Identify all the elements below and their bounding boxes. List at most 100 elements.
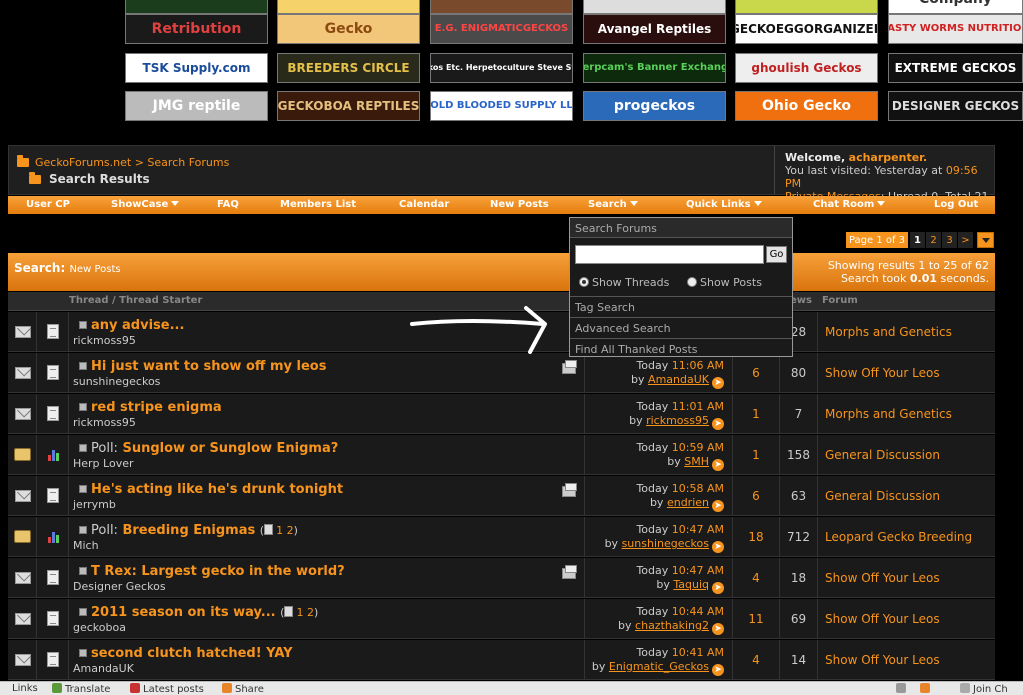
nav-new-posts[interactable]: New Posts — [490, 199, 549, 210]
go-to-last-post-icon[interactable]: ➤ — [712, 418, 724, 430]
nav-log-out[interactable]: Log Out — [934, 199, 978, 210]
replies-count[interactable]: 18 — [733, 517, 780, 557]
last-post-author-link[interactable]: AmandaUK — [648, 373, 709, 386]
thread-title-link[interactable]: Breeding Enigmas — [122, 523, 255, 538]
sponsor-banner[interactable]: progeckos — [583, 91, 726, 121]
thread-starter[interactable]: rickmoss95 — [73, 416, 136, 429]
thread-title-link[interactable]: red stripe enigma — [91, 400, 222, 415]
thread-title-link[interactable]: Hi just want to show off my leos — [91, 359, 326, 374]
forum-link[interactable]: Morphs and Genetics — [818, 394, 995, 434]
thread-starter[interactable]: geckoboa — [73, 621, 126, 634]
sponsor-banner[interactable]: DESIGNER GECKOS — [888, 91, 1023, 121]
breadcrumb-search-link[interactable]: Search Forums — [147, 156, 229, 169]
thread-title-link[interactable]: second clutch hatched! YAY — [91, 646, 293, 661]
last-post-author-link[interactable]: rickmoss95 — [646, 414, 709, 427]
thread-page-link[interactable]: 2 — [307, 606, 314, 619]
replies-count[interactable]: 4 — [733, 558, 780, 598]
sponsor-banner[interactable]: Avangel Reptiles — [583, 14, 726, 44]
sponsor-banner[interactable] — [125, 0, 268, 14]
replies-count[interactable]: 6 — [733, 476, 780, 516]
thread-title-link[interactable]: any advise... — [91, 318, 184, 333]
page-jump-button[interactable] — [977, 232, 994, 248]
share-button[interactable]: Share — [222, 683, 264, 695]
last-post-author-link[interactable]: SMH — [684, 455, 709, 468]
rss-icon[interactable] — [896, 683, 909, 695]
sponsor-banner[interactable] — [583, 0, 726, 14]
forum-link[interactable]: Show Off Your Leos — [818, 599, 995, 639]
go-to-last-post-icon[interactable]: ➤ — [712, 582, 724, 594]
forum-link[interactable]: Show Off Your Leos — [818, 353, 995, 393]
thread-title-link[interactable]: T Rex: Largest gecko in the world? — [91, 564, 345, 579]
page-next-link[interactable]: > — [958, 232, 973, 248]
show-posts-radio[interactable]: Show Posts — [687, 276, 762, 289]
username-link[interactable]: acharpenter. — [849, 151, 928, 164]
thread-starter[interactable]: jerrymb — [73, 498, 116, 511]
sponsor-banner[interactable]: Geckos Etc. Herpetoculture Steve Sykes — [430, 53, 573, 83]
thread-starter[interactable]: Designer Geckos — [73, 580, 166, 593]
go-button[interactable]: Go — [766, 246, 787, 263]
sponsor-banner[interactable]: Herpcam's Banner Exchange — [583, 53, 726, 83]
thread-starter[interactable]: Mich — [73, 539, 99, 552]
sponsor-banner[interactable]: BREEDERS CIRCLE — [277, 53, 420, 83]
replies-count[interactable]: 11 — [733, 599, 780, 639]
nav-search[interactable]: Search — [588, 199, 638, 210]
translate-button[interactable]: Translate — [52, 683, 110, 695]
tag-search-link[interactable]: Tag Search — [570, 296, 792, 317]
sponsor-banner[interactable]: TSK Supply.com — [125, 53, 268, 83]
thread-starter[interactable]: sunshinegeckos — [73, 375, 160, 388]
find-thanked-posts-link[interactable]: Find All Thanked Posts — [570, 338, 792, 357]
latest-posts-button[interactable]: Latest posts — [130, 683, 204, 695]
sponsor-banner[interactable] — [277, 0, 420, 14]
last-post-author-link[interactable]: sunshinegeckos — [622, 537, 709, 550]
thread-title-link[interactable]: Sunglow or Sunglow Enigma? — [122, 441, 338, 456]
sponsor-banner[interactable]: Company — [888, 0, 1023, 14]
page-link-2[interactable]: 2 — [926, 232, 941, 248]
advanced-search-link[interactable]: Advanced Search — [570, 317, 792, 338]
go-to-last-post-icon[interactable]: ➤ — [712, 541, 724, 553]
last-post-author-link[interactable]: Enigmatic_Geckos — [609, 660, 709, 673]
show-threads-radio[interactable]: Show Threads — [579, 276, 669, 289]
sponsor-banner[interactable]: GECKOBOA REPTILES — [277, 91, 420, 121]
go-to-last-post-icon[interactable]: ➤ — [712, 459, 724, 471]
thread-page-link[interactable]: 1 — [276, 524, 283, 537]
nav-chat-room[interactable]: Chat Room — [813, 199, 886, 210]
forum-link[interactable]: Leopard Gecko Breeding — [818, 517, 995, 557]
sponsor-banner[interactable] — [735, 0, 878, 14]
replies-count[interactable]: 4 — [733, 640, 780, 680]
firefox-addon-icon[interactable] — [920, 683, 933, 695]
thread-starter[interactable]: rickmoss95 — [73, 334, 136, 347]
links-button[interactable]: Links — [12, 683, 38, 694]
sponsor-banner[interactable]: Retribution — [125, 14, 268, 44]
last-post-author-link[interactable]: Taquiq — [673, 578, 709, 591]
forum-link[interactable]: General Discussion — [818, 476, 995, 516]
thread-title-link[interactable]: 2011 season on its way... — [91, 605, 276, 620]
nav-calendar[interactable]: Calendar — [399, 199, 449, 210]
sponsor-banner[interactable]: Ohio Gecko — [735, 91, 878, 121]
sponsor-banner[interactable]: GECKOEGGORGANIZER — [735, 14, 878, 44]
thread-starter[interactable]: Herp Lover — [73, 457, 134, 470]
forum-link[interactable]: General Discussion — [818, 435, 995, 475]
thread-page-link[interactable]: 1 — [296, 606, 303, 619]
sponsor-banner[interactable]: E.G. ENIGMATICGECKOS — [430, 14, 573, 44]
nav-showcase[interactable]: ShowCase — [111, 199, 180, 210]
sponsor-banner[interactable]: Gecko — [277, 14, 420, 44]
last-post-author-link[interactable]: chazthaking2 — [635, 619, 709, 632]
sponsor-banner[interactable]: TASTY WORMS NUTRITION — [888, 14, 1023, 44]
replies-count[interactable]: 1 — [733, 394, 780, 434]
nav-members-list[interactable]: Members List — [280, 199, 356, 210]
sponsor-banner[interactable]: COLD BLOODED SUPPLY LLC — [430, 91, 573, 121]
page-link-3[interactable]: 3 — [942, 232, 957, 248]
join-chat-button[interactable]: Join Ch — [960, 683, 1008, 695]
go-to-last-post-icon[interactable]: ➤ — [712, 664, 724, 676]
replies-count[interactable]: 1 — [733, 435, 780, 475]
forum-link[interactable]: Show Off Your Leos — [818, 558, 995, 598]
breadcrumb-site-link[interactable]: GeckoForums.net — [35, 156, 131, 169]
quick-search-input[interactable] — [575, 245, 764, 264]
sponsor-banner[interactable] — [430, 0, 573, 14]
column-forum[interactable]: Forum — [822, 295, 858, 306]
nav-quick-links[interactable]: Quick Links — [686, 199, 762, 210]
go-to-last-post-icon[interactable]: ➤ — [712, 500, 724, 512]
sponsor-banner[interactable]: JMG reptile — [125, 91, 268, 121]
column-thread[interactable]: Thread / Thread Starter — [69, 295, 202, 306]
column-views[interactable]: ews — [790, 295, 812, 306]
